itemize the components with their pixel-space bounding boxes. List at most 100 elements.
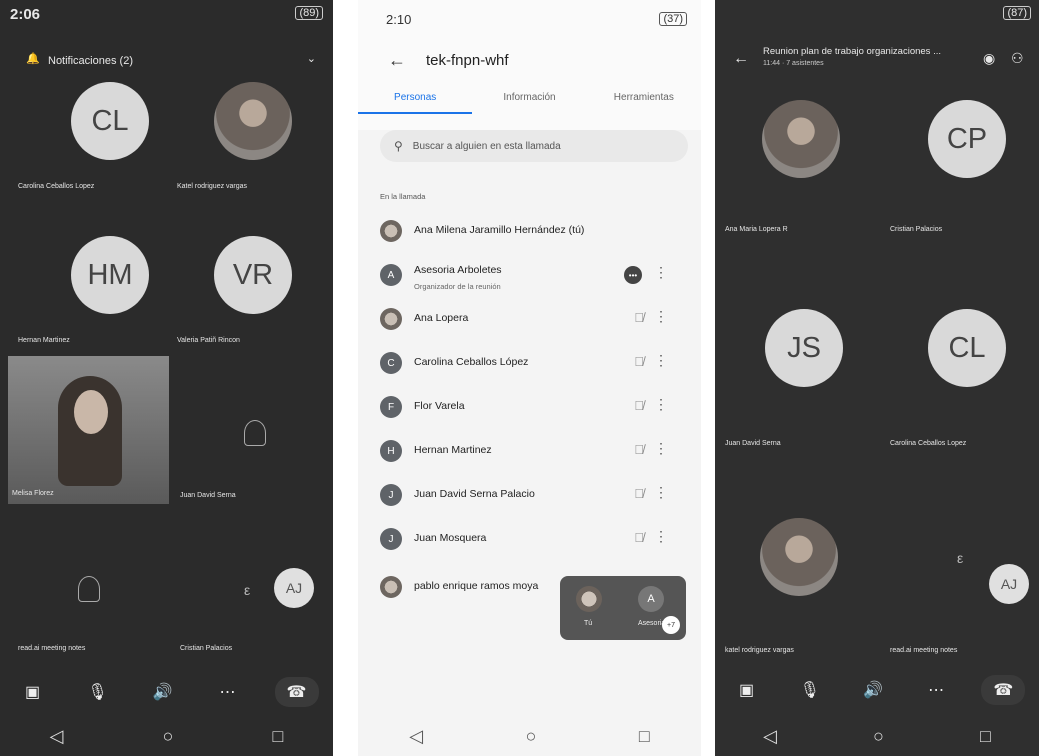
- person-outline-icon: [244, 420, 266, 446]
- mic-muted-icon[interactable]: 🎙̸: [634, 354, 644, 369]
- tab-personas[interactable]: Personas: [358, 86, 473, 114]
- speaker-icon[interactable]: 🔊: [855, 675, 891, 705]
- chevron-down-icon[interactable]: ⌄: [307, 52, 316, 65]
- participant-photo: [380, 576, 402, 598]
- battery-indicator: (87): [1003, 6, 1031, 20]
- mic-muted-icon[interactable]: 🎙̸: [634, 530, 644, 545]
- more-options-icon[interactable]: ⋮: [654, 352, 668, 369]
- more-options-icon[interactable]: ⋮: [654, 484, 668, 501]
- self-label: Tú: [584, 620, 593, 627]
- tile-label: Cristian Palacios: [180, 645, 233, 652]
- participant-name: Ana Lopera: [414, 312, 469, 324]
- recents-icon[interactable]: □: [980, 726, 991, 747]
- people-icon[interactable]: ⚇: [1011, 50, 1024, 67]
- list-item[interactable]: H Hernan Martinez 🎙̸ ⋮: [380, 432, 690, 476]
- participant-name: Carolina Ceballos López: [414, 356, 529, 368]
- participant-initial: F: [380, 396, 402, 418]
- avatar-js: JS: [765, 309, 843, 387]
- mic-off-icon[interactable]: 🎙: [792, 675, 828, 705]
- more-options-icon[interactable]: ⋮: [654, 396, 668, 413]
- search-icon: ⚲: [394, 139, 403, 153]
- tile-label: Juan David Serna: [725, 440, 781, 447]
- tile-label: Carolina Ceballos Lopez: [890, 440, 967, 447]
- speaking-indicator-icon: •••: [624, 266, 642, 284]
- more-options-icon[interactable]: ⋯: [918, 675, 954, 705]
- face-shape: [74, 390, 108, 434]
- more-options-icon[interactable]: ⋯: [210, 677, 246, 707]
- meeting-code: tek-fnpn-whf: [426, 52, 509, 69]
- list-item[interactable]: J Juan David Serna Palacio 🎙̸ ⋮: [380, 476, 690, 520]
- participant-initial: J: [380, 528, 402, 550]
- back-icon[interactable]: ◁: [50, 726, 64, 747]
- tile-label: Ana Maria Lopera R: [725, 226, 788, 233]
- system-nav-bar: ◁ ○ □: [0, 716, 333, 756]
- more-options-icon[interactable]: ⋮: [654, 528, 668, 545]
- list-item[interactable]: Ana Lopera 🎙̸ ⋮: [380, 300, 690, 344]
- list-item[interactable]: F Flor Varela 🎙̸ ⋮: [380, 388, 690, 432]
- participant-photo: [760, 518, 838, 596]
- avatar-cl: CL: [71, 82, 149, 160]
- search-input[interactable]: ⚲ Buscar a alguien en esta llamada: [380, 130, 688, 162]
- list-item[interactable]: J Juan Mosquera 🎙̸ ⋮: [380, 520, 690, 564]
- list-item[interactable]: C Carolina Ceballos López 🎙̸ ⋮: [380, 344, 690, 388]
- self-view-overlay[interactable]: Tú A Asesoria +7: [560, 576, 686, 640]
- participant-name: Juan David Serna Palacio: [414, 488, 535, 500]
- participant-photo: [762, 100, 840, 178]
- battery-indicator: (89): [295, 6, 323, 20]
- mic-off-icon[interactable]: 🎙: [80, 677, 116, 707]
- back-icon[interactable]: ◁: [409, 726, 423, 747]
- home-icon[interactable]: ○: [526, 726, 537, 747]
- participant-photo: [380, 220, 402, 242]
- avatar-vr: VR: [214, 236, 292, 314]
- video-tile[interactable]: Melisa Florez: [8, 356, 169, 504]
- back-icon[interactable]: ◁: [763, 726, 777, 747]
- more-options-icon[interactable]: ⋮: [654, 264, 668, 281]
- home-icon[interactable]: ○: [163, 726, 174, 747]
- notification-text: Notificaciones (2): [48, 55, 133, 67]
- recents-icon[interactable]: □: [273, 726, 284, 747]
- audio-wave-icon: ε: [957, 550, 964, 566]
- participant-initial: A: [380, 264, 402, 286]
- mic-muted-icon[interactable]: 🎙̸: [634, 442, 644, 457]
- more-options-icon[interactable]: ⋮: [654, 308, 668, 325]
- list-item[interactable]: Ana Milena Jaramillo Hernández (tú): [380, 212, 690, 256]
- notification-banner[interactable]: 🔔 Notificaciones (2) ⌄: [26, 52, 316, 74]
- end-call-button[interactable]: ☎: [981, 675, 1026, 705]
- participant-photo: [214, 82, 292, 160]
- self-avatar[interactable]: AJ: [989, 564, 1029, 604]
- participant-name: Ana Milena Jaramillo Hernández (tú): [414, 224, 585, 236]
- people-panel-screen: 2:10 (37) ← tek-fnpn-whf Personas Inform…: [358, 0, 701, 756]
- mic-muted-icon[interactable]: 🎙̸: [634, 310, 644, 325]
- back-arrow-icon[interactable]: ←: [733, 50, 749, 68]
- organizer-initial: A: [638, 586, 664, 612]
- tile-label: Melisa Florez: [12, 490, 54, 497]
- participant-initial: H: [380, 440, 402, 462]
- avatar-hm: HM: [71, 236, 149, 314]
- recents-icon[interactable]: □: [639, 726, 650, 747]
- camera-off-icon[interactable]: ▣: [729, 675, 765, 705]
- end-call-button[interactable]: ☎: [274, 677, 319, 707]
- list-item[interactable]: A Asesoria Arboletes Organizador de la r…: [380, 256, 690, 300]
- search-placeholder: Buscar a alguien en esta llamada: [412, 140, 561, 152]
- self-avatar[interactable]: AJ: [274, 568, 314, 608]
- system-nav-bar: ◁ ○ □: [715, 716, 1039, 756]
- extra-count-badge[interactable]: +7: [662, 616, 680, 634]
- mic-muted-icon[interactable]: 🎙̸: [634, 486, 644, 501]
- camera-off-icon[interactable]: ▣: [15, 677, 51, 707]
- back-arrow-icon[interactable]: ←: [388, 50, 406, 71]
- system-nav-bar: ◁ ○ □: [358, 716, 701, 756]
- notification-icon: 🔔: [26, 53, 40, 65]
- tab-bar: Personas Información Herramientas: [358, 86, 701, 114]
- avatar-cl: CL: [928, 309, 1006, 387]
- more-options-icon[interactable]: ⋮: [654, 440, 668, 457]
- tab-informacion[interactable]: Información: [472, 86, 586, 114]
- tile-label: Katel rodriguez vargas: [177, 183, 248, 190]
- status-bar: 2:06 (89): [10, 6, 323, 26]
- home-icon[interactable]: ○: [873, 726, 884, 747]
- person-outline-icon: [78, 576, 100, 602]
- tab-herramientas[interactable]: Herramientas: [587, 86, 701, 114]
- speaker-icon[interactable]: 🔊: [145, 677, 181, 707]
- mic-muted-icon[interactable]: 🎙̸: [634, 398, 644, 413]
- chat-icon[interactable]: ◉: [983, 50, 995, 67]
- call-controls: ▣ 🎙 🔊 ⋯ ☎: [715, 666, 1039, 714]
